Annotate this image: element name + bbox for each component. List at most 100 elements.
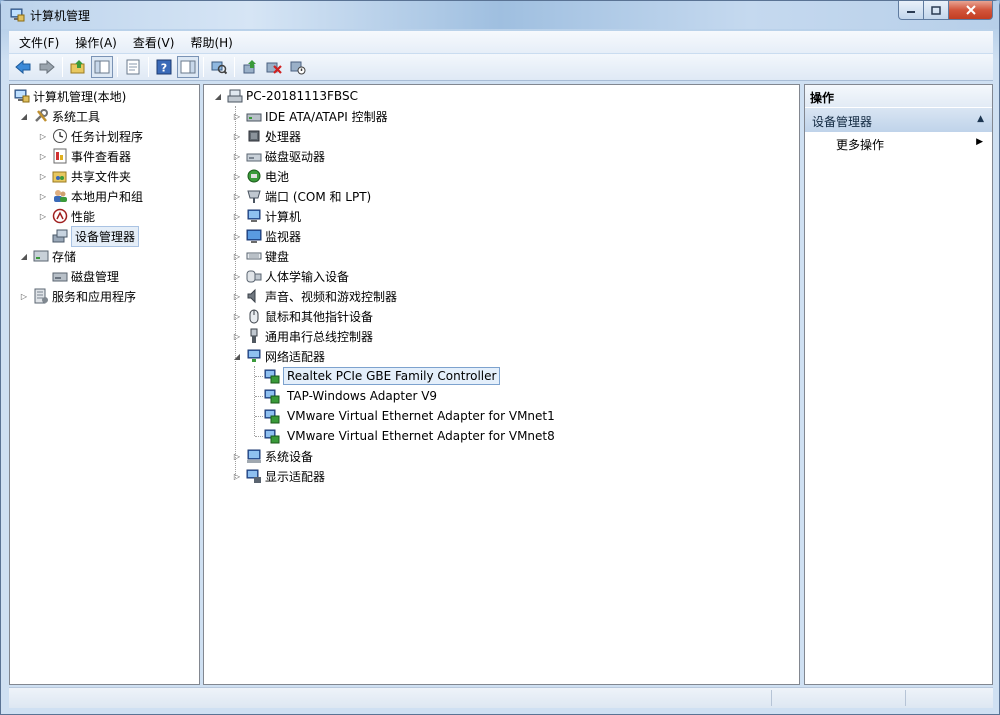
- tree-item-performance[interactable]: ▷ 性能: [38, 206, 95, 226]
- device-category-label: 系统设备: [265, 449, 314, 464]
- title-bar[interactable]: 计算机管理: [1, 1, 999, 29]
- device-tree-pane[interactable]: ◢ PC-20181113FBSC ▷ IDE ATA/ATAPI 控制器 ▷ …: [203, 84, 800, 685]
- device-category-monitors[interactable]: ▷ 监视器: [232, 226, 301, 246]
- menu-view[interactable]: 查看(V): [127, 32, 181, 53]
- console-tree-pane[interactable]: 计算机管理(本地) ◢ 系统工具 ▷ 任务计划程序 ▷ 事件查看器 ▷ 共享文件…: [9, 84, 200, 685]
- device-item-vmnet1[interactable]: VMware Virtual Ethernet Adapter for VMne…: [264, 406, 559, 426]
- expand-arrow-icon[interactable]: ▷: [232, 231, 242, 241]
- tree-item-label: 任务计划程序: [71, 129, 144, 144]
- properties-icon: [126, 59, 140, 75]
- device-category-network-adapters[interactable]: ◢ 网络适配器: [232, 346, 325, 366]
- menu-action[interactable]: 操作(A): [69, 32, 123, 53]
- tree-item-storage[interactable]: ◢ 存储: [19, 246, 76, 266]
- maximize-button[interactable]: [924, 1, 949, 20]
- properties-button[interactable]: [122, 56, 144, 78]
- tree-item-shared-folders[interactable]: ▷ 共享文件夹: [38, 166, 131, 186]
- tree-item-root[interactable]: 计算机管理(本地): [14, 86, 126, 106]
- expand-arrow-icon[interactable]: ▷: [232, 451, 242, 461]
- tree-item-task-scheduler[interactable]: ▷ 任务计划程序: [38, 126, 143, 146]
- device-item-label: VMware Virtual Ethernet Adapter for VMne…: [287, 429, 555, 443]
- expand-arrow-icon[interactable]: ▷: [232, 191, 242, 201]
- expand-arrow-icon[interactable]: ▷: [38, 171, 48, 181]
- device-category-hid[interactable]: ▷ 人体学输入设备: [232, 266, 349, 286]
- forward-button[interactable]: [36, 56, 58, 78]
- expand-arrow-icon[interactable]: ▷: [232, 271, 242, 281]
- expand-arrow-icon[interactable]: ▷: [232, 251, 242, 261]
- computer-management-icon: [10, 8, 25, 22]
- expand-arrow-icon[interactable]: ▷: [232, 211, 242, 221]
- device-category-display-adapters[interactable]: ▷ 显示适配器: [232, 466, 325, 486]
- back-arrow-icon: [15, 59, 31, 75]
- device-tree-root[interactable]: ◢ PC-20181113FBSC: [213, 86, 358, 106]
- expand-arrow-icon[interactable]: ▷: [232, 171, 242, 181]
- more-actions-item[interactable]: 更多操作: [836, 136, 884, 153]
- actions-title: 操作: [805, 85, 992, 107]
- device-category-processor[interactable]: ▷ 处理器: [232, 126, 301, 146]
- tree-item-event-viewer[interactable]: ▷ 事件查看器: [38, 146, 131, 166]
- collapse-arrow-icon[interactable]: ◢: [19, 251, 29, 261]
- collapse-arrow-icon[interactable]: ◢: [232, 351, 242, 361]
- system-devices-icon: [247, 449, 261, 463]
- expand-arrow-icon[interactable]: ▷: [232, 291, 242, 301]
- computer-icon: [227, 89, 243, 103]
- device-category-battery[interactable]: ▷ 电池: [232, 166, 289, 186]
- back-button[interactable]: [12, 56, 34, 78]
- expand-arrow-icon[interactable]: ▷: [232, 311, 242, 321]
- device-category-label: 声音、视频和游戏控制器: [265, 289, 398, 304]
- device-category-mouse[interactable]: ▷ 鼠标和其他指针设备: [232, 306, 373, 326]
- scan-hardware-button[interactable]: [208, 56, 230, 78]
- device-category-ports[interactable]: ▷ 端口 (COM 和 LPT): [232, 186, 371, 206]
- scan-hardware-icon: [211, 61, 227, 75]
- update-driver-button[interactable]: [239, 56, 261, 78]
- expand-arrow-icon[interactable]: ▷: [38, 211, 48, 221]
- mouse-icon: [249, 309, 259, 324]
- expand-arrow-icon[interactable]: ▷: [232, 471, 242, 481]
- collapse-arrow-icon[interactable]: ◢: [19, 111, 29, 121]
- submenu-arrow-icon[interactable]: ▶: [976, 137, 983, 147]
- device-category-label: 人体学输入设备: [265, 269, 350, 284]
- tree-connector-line: [255, 416, 263, 417]
- uninstall-device-button[interactable]: [263, 56, 285, 78]
- collapse-arrow-icon[interactable]: ◢: [213, 91, 223, 101]
- tree-item-device-manager[interactable]: 设备管理器: [52, 225, 140, 247]
- tree-item-services-applications[interactable]: ▷ 服务和应用程序: [19, 286, 136, 306]
- window-title: 计算机管理: [30, 9, 91, 23]
- expand-arrow-icon[interactable]: ▷: [232, 131, 242, 141]
- device-item-realtek[interactable]: Realtek PCIe GBE Family Controller: [264, 366, 501, 386]
- monitor-icon: [246, 229, 262, 243]
- tree-item-disk-management[interactable]: 磁盘管理: [52, 266, 119, 286]
- minimize-button[interactable]: [898, 1, 924, 20]
- device-category-computer[interactable]: ▷ 计算机: [232, 206, 301, 226]
- device-category-system-devices[interactable]: ▷ 系统设备: [232, 446, 313, 466]
- menu-file[interactable]: 文件(F): [13, 32, 65, 53]
- toolbar-separator: [117, 57, 118, 77]
- expand-arrow-icon[interactable]: ▷: [19, 291, 29, 301]
- network-adapter-icon: [264, 429, 280, 444]
- show-hide-action-pane-button[interactable]: [177, 56, 199, 78]
- expand-arrow-icon[interactable]: ▷: [232, 111, 242, 121]
- tree-item-system-tools[interactable]: ◢ 系统工具: [19, 106, 100, 126]
- expand-arrow-icon[interactable]: ▷: [232, 151, 242, 161]
- device-category-keyboards[interactable]: ▷ 键盘: [232, 246, 289, 266]
- help-button[interactable]: ?: [153, 56, 175, 78]
- show-hide-tree-button[interactable]: [91, 56, 113, 78]
- expand-arrow-icon[interactable]: ▷: [38, 191, 48, 201]
- collapse-up-icon[interactable]: ▲: [977, 114, 984, 124]
- close-button[interactable]: [949, 1, 993, 20]
- expand-arrow-icon[interactable]: ▷: [232, 331, 242, 341]
- device-category-disk-drives[interactable]: ▷ 磁盘驱动器: [232, 146, 325, 166]
- disable-device-button[interactable]: [287, 56, 309, 78]
- device-category-sound[interactable]: ▷ 声音、视频和游戏控制器: [232, 286, 397, 306]
- actions-section-device-manager[interactable]: 设备管理器 ▲: [805, 108, 992, 132]
- keyboard-icon: [246, 252, 262, 260]
- device-category-ide[interactable]: ▷ IDE ATA/ATAPI 控制器: [232, 106, 388, 126]
- menu-help[interactable]: 帮助(H): [184, 32, 238, 53]
- menu-bar: 文件(F) 操作(A) 查看(V) 帮助(H): [9, 31, 993, 53]
- expand-arrow-icon[interactable]: ▷: [38, 131, 48, 141]
- tree-item-local-users-groups[interactable]: ▷ 本地用户和组: [38, 186, 143, 206]
- up-one-level-button[interactable]: [67, 56, 89, 78]
- device-category-usb[interactable]: ▷ 通用串行总线控制器: [232, 326, 373, 346]
- device-item-vmnet8[interactable]: VMware Virtual Ethernet Adapter for VMne…: [264, 426, 559, 446]
- expand-arrow-icon[interactable]: ▷: [38, 151, 48, 161]
- device-item-tap-windows[interactable]: TAP-Windows Adapter V9: [264, 386, 441, 406]
